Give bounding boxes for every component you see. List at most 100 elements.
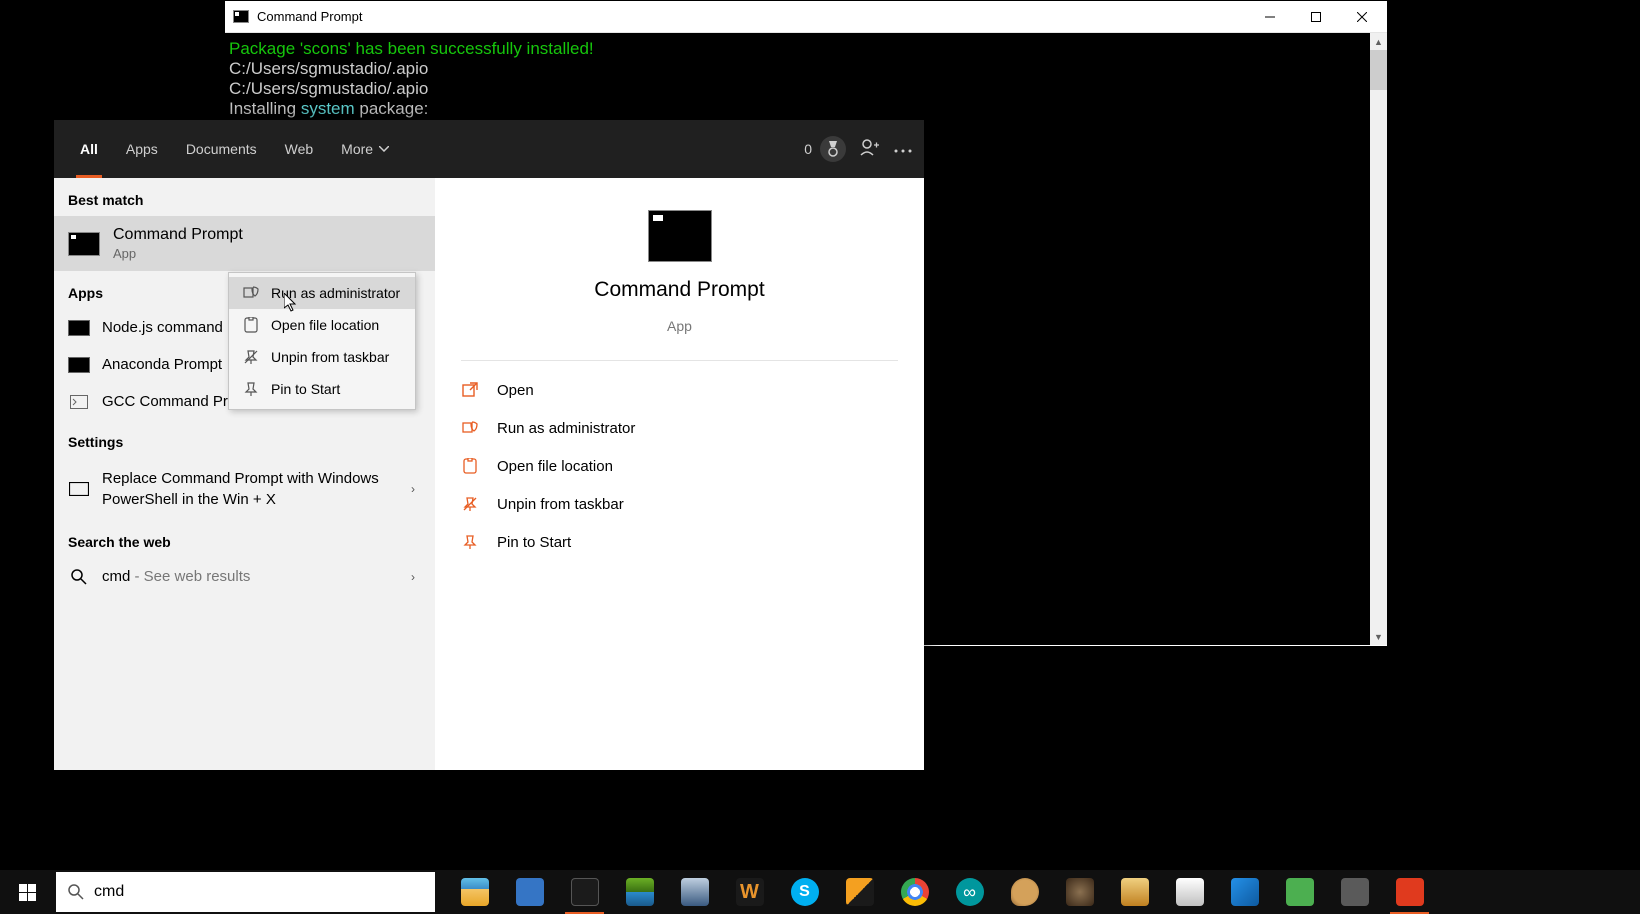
action-unpin-taskbar[interactable]: Unpin from taskbar (435, 485, 924, 523)
search-input[interactable] (94, 883, 423, 901)
taskbar-notepad[interactable] (1162, 870, 1217, 914)
cmd-window-title: Command Prompt (257, 9, 1247, 24)
taskbar-app-grey[interactable] (1327, 870, 1382, 914)
chevron-right-icon: › (411, 482, 421, 496)
ctx-open-location[interactable]: Open file location (229, 309, 415, 341)
tab-documents[interactable]: Documents (172, 120, 271, 178)
start-search-panel: All Apps Documents Web More 0 Best match… (54, 120, 924, 770)
cmd-app-icon (233, 10, 249, 23)
taskbar-calculator[interactable] (502, 870, 557, 914)
web-result[interactable]: cmd - See web results › (54, 558, 435, 595)
taskbar-chrome[interactable] (887, 870, 942, 914)
chevron-right-icon: › (411, 570, 421, 584)
taskbar: W S ∞ (0, 870, 1640, 914)
tab-web[interactable]: Web (271, 120, 328, 178)
taskbar-file-explorer[interactable] (447, 870, 502, 914)
terminal-icon (68, 481, 90, 497)
sublime-icon (1121, 878, 1149, 906)
best-match-title: Command Prompt (113, 226, 243, 244)
maximize-button[interactable] (1293, 2, 1339, 32)
terminal-keyword: system (301, 99, 355, 118)
recorder-icon (1396, 878, 1424, 906)
chrome-icon (901, 878, 929, 906)
folder-icon (243, 317, 259, 333)
settings-header: Settings (54, 420, 435, 458)
taskbar-sublime[interactable] (1107, 870, 1162, 914)
start-button[interactable] (0, 870, 54, 914)
setting-result-replace[interactable]: Replace Command Prompt with Windows Powe… (54, 458, 435, 520)
ctx-run-admin[interactable]: Run as administrator (229, 277, 415, 309)
console-icon (68, 394, 90, 410)
detail-title: Command Prompt (594, 278, 764, 302)
cmd-app-icon-large (648, 210, 712, 262)
reward-points: 0 (804, 141, 812, 157)
taskbar-putty[interactable] (667, 870, 722, 914)
taskbar-paint[interactable] (997, 870, 1052, 914)
separator (461, 360, 898, 361)
cmd-icon (571, 878, 599, 906)
medal-icon (820, 136, 846, 162)
best-match-subtitle: App (113, 246, 243, 261)
unpin-icon (243, 349, 259, 365)
search-icon (68, 884, 84, 900)
taskbar-search-box[interactable] (56, 872, 435, 912)
arduino-icon: ∞ (956, 878, 984, 906)
cmd-scrollbar[interactable]: ▲ ▼ (1370, 33, 1387, 645)
windows-logo-icon (19, 884, 36, 901)
search-results-list: Best match Command Prompt App Apps Node.… (54, 178, 435, 770)
terminal-line: C:/Users/sgmustadio/.apio (229, 59, 428, 78)
skype-icon: S (791, 878, 819, 906)
action-open-location[interactable]: Open file location (435, 447, 924, 485)
detail-subtitle: App (667, 318, 692, 334)
notepad-icon (1176, 878, 1204, 906)
scroll-thumb[interactable] (1370, 50, 1387, 90)
shield-icon (243, 285, 259, 301)
w-icon: W (736, 878, 764, 906)
tab-more[interactable]: More (327, 120, 403, 178)
vscode-icon (1231, 878, 1259, 906)
console-icon (68, 357, 90, 373)
search-icon (68, 569, 90, 585)
terminal-line: C:/Users/sgmustadio/.apio (229, 79, 428, 98)
more-options-icon[interactable] (894, 140, 912, 158)
taskbar-winscp[interactable] (612, 870, 667, 914)
paint-icon (1011, 878, 1039, 906)
taskbar-skype[interactable]: S (777, 870, 832, 914)
search-detail-pane: Command Prompt App Open Run as administr… (435, 178, 924, 770)
scroll-up-arrow[interactable]: ▲ (1370, 33, 1387, 50)
cmd-titlebar[interactable]: Command Prompt (225, 1, 1387, 33)
taskbar-cmd[interactable] (557, 870, 612, 914)
close-button[interactable] (1339, 2, 1385, 32)
shield-icon (461, 419, 479, 437)
pin-icon (461, 533, 479, 551)
account-icon[interactable] (860, 137, 880, 162)
putty-icon (681, 878, 709, 906)
ctx-pin-start[interactable]: Pin to Start (229, 373, 415, 405)
taskbar-vscode[interactable] (1217, 870, 1272, 914)
rewards-badge[interactable]: 0 (804, 136, 846, 162)
gimp-icon (1066, 878, 1094, 906)
taskbar-camtasia[interactable] (1272, 870, 1327, 914)
file-explorer-icon (461, 878, 489, 906)
context-menu: Run as administrator Open file location … (228, 272, 416, 410)
scroll-down-arrow[interactable]: ▼ (1370, 628, 1387, 645)
console-icon (68, 320, 90, 336)
cmd-app-icon (68, 232, 100, 256)
action-open[interactable]: Open (435, 371, 924, 409)
search-web-header: Search the web (54, 520, 435, 558)
taskbar-arduino[interactable]: ∞ (942, 870, 997, 914)
tab-all[interactable]: All (66, 120, 112, 178)
taskbar-app-w[interactable]: W (722, 870, 777, 914)
taskbar-recorder[interactable] (1382, 870, 1437, 914)
camtasia-icon (1286, 878, 1314, 906)
taskbar-gimp[interactable] (1052, 870, 1107, 914)
ctx-unpin-taskbar[interactable]: Unpin from taskbar (229, 341, 415, 373)
best-match-item[interactable]: Command Prompt App (54, 216, 435, 271)
open-icon (461, 381, 479, 399)
minimize-button[interactable] (1247, 2, 1293, 32)
action-run-admin[interactable]: Run as administrator (435, 409, 924, 447)
app-grey-icon (1341, 878, 1369, 906)
action-pin-start[interactable]: Pin to Start (435, 523, 924, 561)
taskbar-winamp[interactable] (832, 870, 887, 914)
tab-apps[interactable]: Apps (112, 120, 172, 178)
